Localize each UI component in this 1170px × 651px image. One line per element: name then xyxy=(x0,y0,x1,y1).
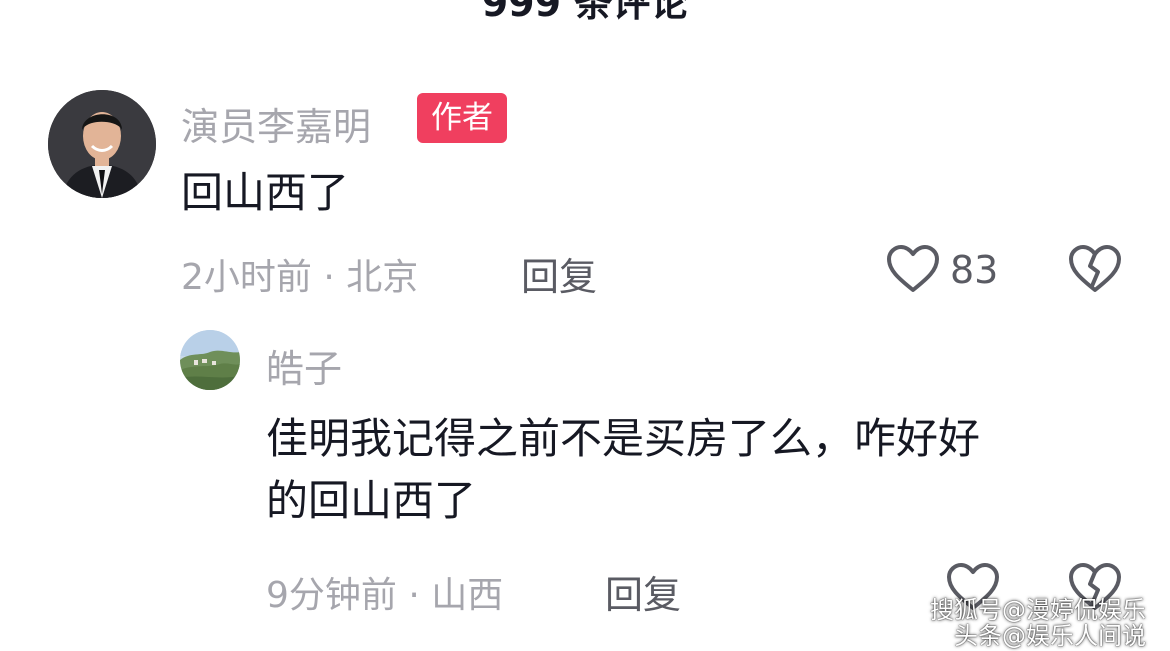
reply-text-line: 的回山西了 xyxy=(266,476,477,525)
comment-text: 回山西了 xyxy=(181,168,350,217)
landscape-avatar-icon xyxy=(180,330,240,390)
like-count: 83 xyxy=(950,248,999,292)
like-button[interactable] xyxy=(886,244,940,298)
reply-button[interactable]: 回复 xyxy=(521,246,597,301)
reply-text-line: 佳明我记得之前不是买房了么，咋好好 xyxy=(266,414,981,463)
comment-author-name[interactable]: 皓子 xyxy=(266,338,342,393)
watermark: 头条@娱乐人间说 xyxy=(954,622,1146,650)
author-badge: 作者 xyxy=(417,93,507,143)
user-avatar[interactable] xyxy=(48,90,156,198)
user-avatar[interactable] xyxy=(180,330,240,390)
comment-meta: 2小时前 · 北京 xyxy=(181,257,419,298)
person-avatar-icon xyxy=(48,90,156,198)
comment-count-title: 999 条评论 xyxy=(481,0,689,25)
reply-text: 佳明我记得之前不是买房了么，咋好好 的回山西了 xyxy=(266,408,1146,532)
heart-icon xyxy=(887,245,939,292)
broken-heart-icon xyxy=(1069,245,1121,292)
comment-meta: 9分钟前 · 山西 xyxy=(266,575,504,616)
comment-author-name[interactable]: 演员李嘉明 xyxy=(181,96,371,151)
dislike-button[interactable] xyxy=(1068,244,1122,298)
reply-button[interactable]: 回复 xyxy=(605,564,681,619)
